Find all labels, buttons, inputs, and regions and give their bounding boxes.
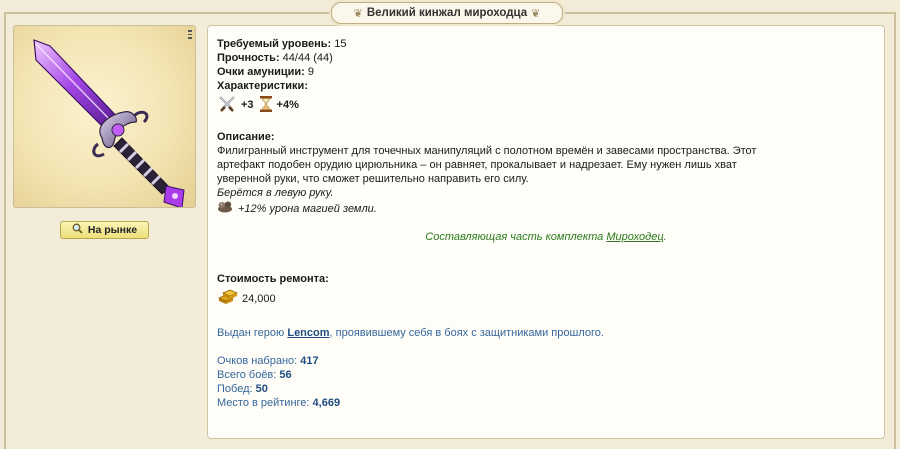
points-value: 417 bbox=[300, 355, 319, 367]
durability-label: Прочность: bbox=[217, 52, 280, 64]
rank-label: Место в рейтинге: bbox=[217, 397, 313, 409]
total-battles: Всего боёв: 56 bbox=[217, 368, 875, 382]
characteristics-label: Характеристики: bbox=[217, 80, 308, 92]
wins-value: 50 bbox=[255, 383, 268, 395]
stats-row: +3 +4% bbox=[217, 94, 875, 116]
market-button[interactable]: На рынке bbox=[60, 221, 149, 239]
owner-suffix: , проявившему себя в боях с защитниками … bbox=[329, 327, 604, 339]
wins-label: Побед: bbox=[217, 383, 256, 395]
description-line: артефакт подобен орудию цирюльника – он … bbox=[217, 159, 737, 171]
description-label: Описание: bbox=[217, 131, 275, 143]
repair-cost-label: Стоимость ремонта: bbox=[217, 273, 329, 285]
earth-magic-icon bbox=[217, 200, 238, 217]
crossed-swords-icon bbox=[217, 95, 237, 116]
gold-icon bbox=[217, 288, 242, 309]
repair-cost-value: 24,000 bbox=[242, 292, 276, 305]
set-info-suffix: . bbox=[663, 231, 667, 243]
market-button-label: На рынке bbox=[87, 224, 138, 236]
set-info: Составляющая часть комплекта Мироходец. bbox=[217, 230, 875, 244]
repair-cost: 24,000 bbox=[217, 288, 875, 309]
owner-prefix: Выдан герою bbox=[217, 327, 288, 339]
set-link[interactable]: Мироходец bbox=[606, 231, 663, 243]
owner-info: Выдан герою Lencom, проявившему себя в б… bbox=[217, 326, 875, 340]
purple-dagger-icon bbox=[33, 39, 185, 207]
item-image bbox=[13, 25, 196, 208]
description-line: Филигранный инструмент для точечных мани… bbox=[217, 145, 757, 157]
required-level: Требуемый уровень: 15 bbox=[217, 37, 875, 51]
hero-link[interactable]: Lencom bbox=[287, 327, 329, 339]
initiative-bonus-value: +4% bbox=[276, 99, 299, 111]
earth-damage-text: +12% урона магией земли. bbox=[238, 202, 377, 215]
points-label: Очков набрано: bbox=[217, 355, 301, 367]
rank-value: 4,669 bbox=[312, 397, 341, 409]
characteristics: Характеристики: bbox=[217, 79, 875, 93]
item-title-tab: ❦ Великий кинжал мироходца ❦ bbox=[331, 2, 563, 24]
earth-damage-effect: +12% урона магией земли. bbox=[217, 200, 875, 217]
ammo-points-value: 9 bbox=[307, 66, 315, 78]
ornament-right-icon: ❦ bbox=[531, 7, 541, 20]
ornament-left-icon: ❦ bbox=[353, 7, 363, 20]
points-scored: Очков набрано: 417 bbox=[217, 354, 875, 368]
item-title: Великий кинжал мироходца bbox=[366, 7, 528, 19]
required-level-value: 15 bbox=[334, 38, 347, 50]
corner-mark-icon bbox=[188, 30, 192, 39]
hand-slot: Берётся в левую руку. bbox=[217, 187, 334, 199]
hourglass-icon bbox=[259, 95, 273, 116]
battles-label: Всего боёв: bbox=[217, 369, 280, 381]
item-info-panel: Требуемый уровень: 15 Прочность: 44/44 (… bbox=[207, 25, 885, 439]
durability-value: 44/44 (44) bbox=[282, 52, 333, 64]
ammo-points-label: Очки амуниции: bbox=[217, 66, 305, 78]
battles-value: 56 bbox=[279, 369, 292, 381]
description-text: Филигранный инструмент для точечных мани… bbox=[217, 144, 872, 186]
ammo-points: Очки амуниции: 9 bbox=[217, 65, 875, 79]
magnifier-icon bbox=[72, 223, 83, 237]
durability: Прочность: 44/44 (44) bbox=[217, 51, 875, 65]
required-level-label: Требуемый уровень: bbox=[217, 38, 332, 50]
rating-place: Место в рейтинге: 4,669 bbox=[217, 396, 875, 410]
attack-bonus-value: +3 bbox=[241, 99, 254, 111]
description-line: уверенной руки, что сможет решительно на… bbox=[217, 173, 529, 185]
total-wins: Побед: 50 bbox=[217, 382, 875, 396]
set-info-prefix: Составляющая часть комплекта bbox=[425, 231, 607, 243]
